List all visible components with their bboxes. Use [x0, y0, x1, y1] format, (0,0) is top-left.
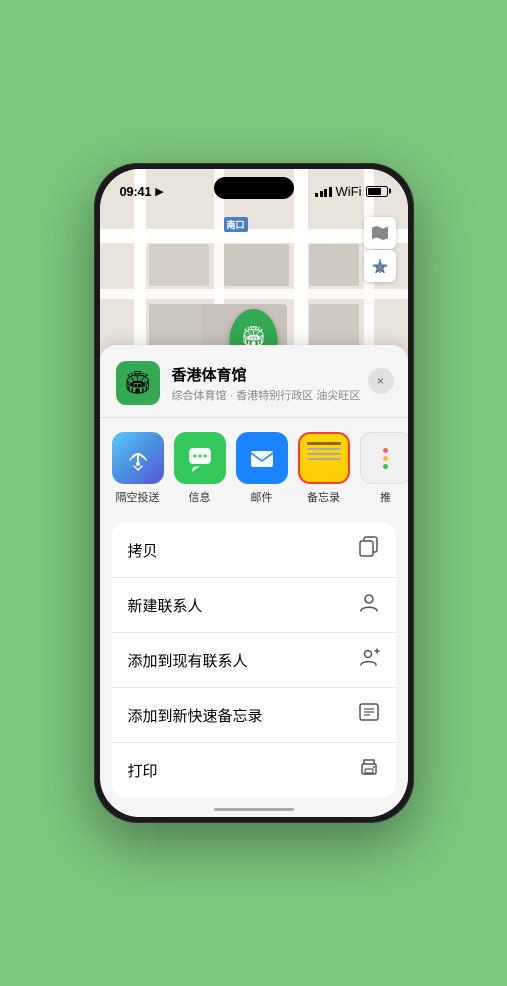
phone-screen: 09:41 ▶ WiFi [100, 169, 408, 817]
signal-bars-icon [315, 186, 332, 197]
notes-label: 备忘录 [307, 489, 340, 505]
sheet-header: 🏟 香港体育馆 综合体育馆 · 香港特别行政区 油尖旺区 × [100, 345, 408, 418]
phone-frame: 09:41 ▶ WiFi [94, 163, 414, 823]
messages-label: 信息 [189, 489, 211, 505]
action-print[interactable]: 打印 [112, 743, 396, 797]
venue-icon: 🏟 [116, 361, 160, 405]
airdrop-label: 隔空投送 [116, 489, 160, 505]
action-print-label: 打印 [128, 760, 158, 781]
action-copy[interactable]: 拷贝 [112, 523, 396, 578]
more-label: 推 [380, 489, 391, 505]
quick-note-icon [358, 701, 380, 729]
airdrop-icon [112, 432, 164, 484]
status-icons: WiFi [315, 184, 388, 199]
battery-icon [366, 186, 388, 197]
map-type-button[interactable] [364, 217, 396, 249]
action-new-contact[interactable]: 新建联系人 [112, 578, 396, 633]
location-icon: ▶ [155, 185, 163, 198]
new-contact-icon [358, 591, 380, 619]
mail-icon [236, 432, 288, 484]
notes-icon [298, 432, 350, 484]
action-quick-note[interactable]: 添加到新快速备忘录 [112, 688, 396, 743]
share-app-more[interactable]: 推 [360, 432, 408, 505]
action-add-contact-label: 添加到现有联系人 [128, 650, 248, 671]
copy-icon [358, 536, 380, 564]
share-app-airdrop[interactable]: 隔空投送 [112, 432, 164, 505]
wifi-icon: WiFi [336, 184, 362, 199]
close-button[interactable]: × [368, 368, 394, 394]
action-list: 拷贝 新建联系人 [112, 523, 396, 797]
venue-info: 香港体育馆 综合体育馆 · 香港特别行政区 油尖旺区 [172, 364, 392, 403]
map-label-badge: 南口 [224, 217, 248, 232]
share-app-notes[interactable]: 备忘录 [298, 432, 350, 505]
action-add-contact[interactable]: 添加到现有联系人 [112, 633, 396, 688]
add-contact-icon [358, 646, 380, 674]
messages-icon [174, 432, 226, 484]
location-button[interactable] [364, 250, 396, 282]
venue-desc: 综合体育馆 · 香港特别行政区 油尖旺区 [172, 387, 392, 403]
status-time: 09:41 [120, 184, 152, 199]
bottom-sheet: 🏟 香港体育馆 综合体育馆 · 香港特别行政区 油尖旺区 × [100, 345, 408, 817]
action-copy-label: 拷贝 [128, 540, 158, 561]
home-indicator [214, 808, 294, 811]
share-apps-row: 隔空投送 信息 [100, 418, 408, 515]
share-app-messages[interactable]: 信息 [174, 432, 226, 505]
action-new-contact-label: 新建联系人 [128, 595, 203, 616]
share-app-mail[interactable]: 邮件 [236, 432, 288, 505]
more-icon [360, 432, 408, 484]
map-controls[interactable] [364, 217, 396, 282]
print-icon [358, 756, 380, 784]
venue-name: 香港体育馆 [172, 364, 392, 385]
map-label-area: 南口 [224, 217, 248, 232]
mail-label: 邮件 [251, 489, 273, 505]
action-quick-note-label: 添加到新快速备忘录 [128, 705, 263, 726]
dynamic-island [214, 177, 294, 199]
